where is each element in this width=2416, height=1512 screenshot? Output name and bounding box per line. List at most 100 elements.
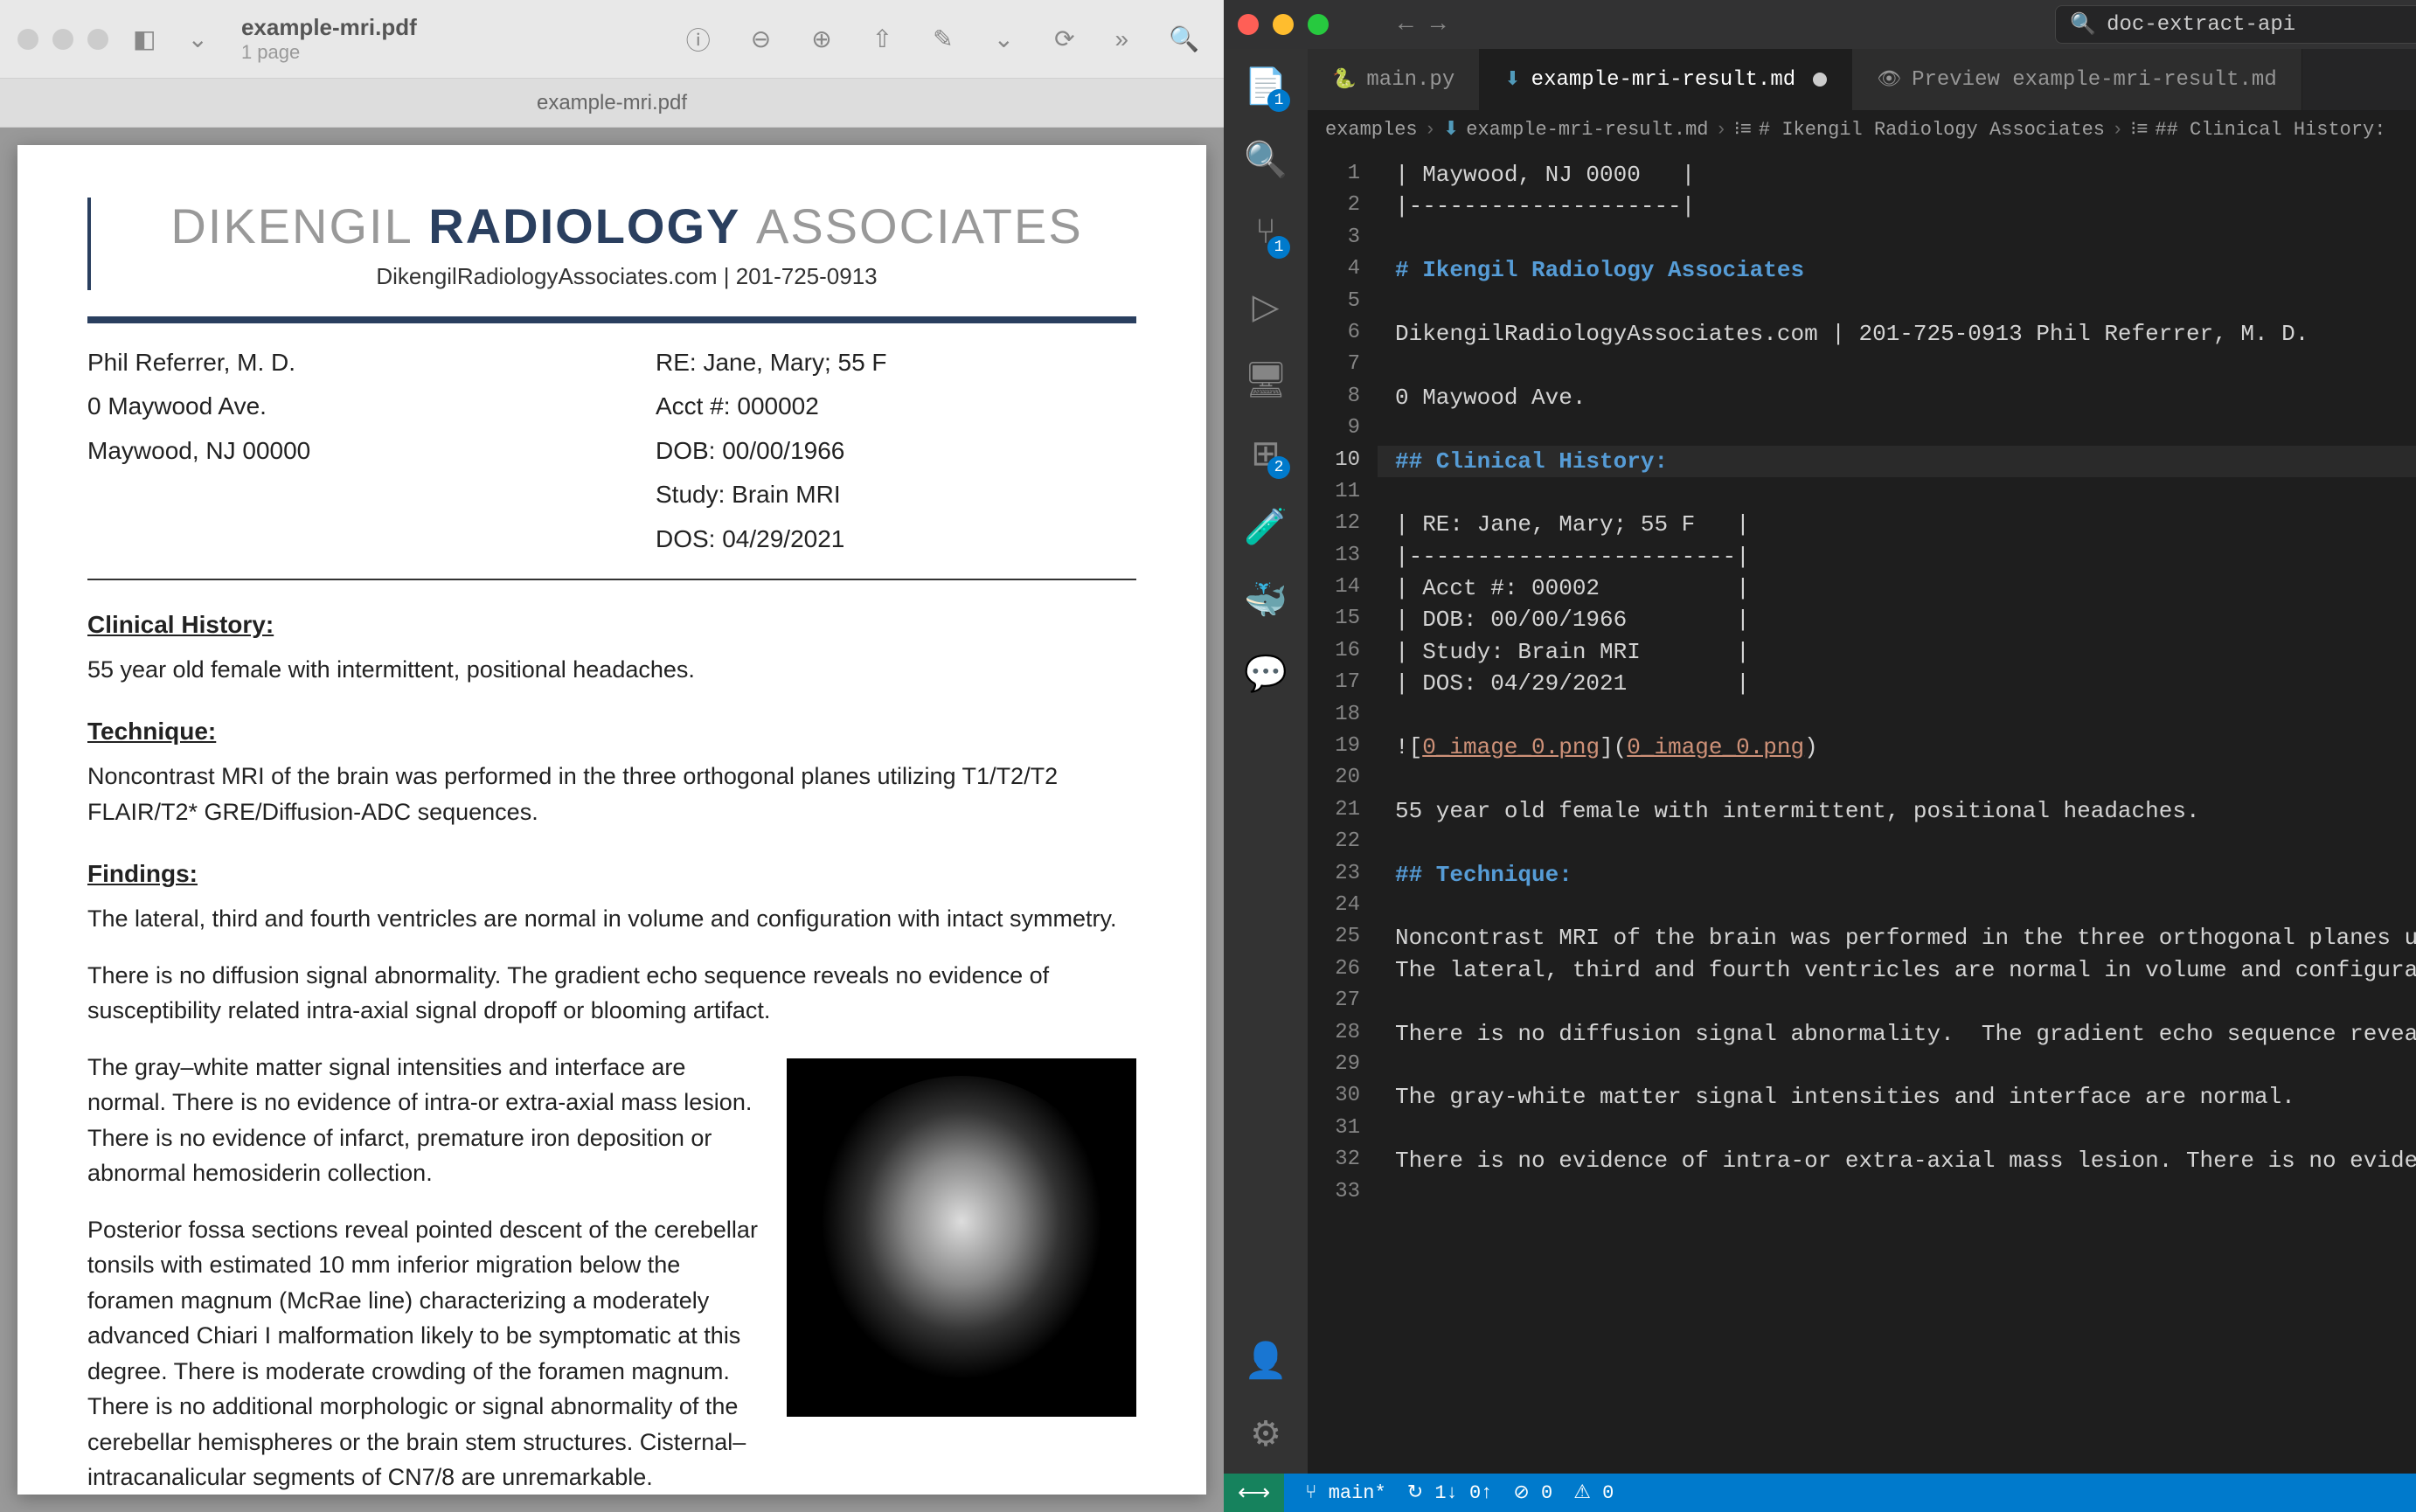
explorer-badge: 1 xyxy=(1267,89,1290,112)
chevron-right-icon: › xyxy=(2112,119,2123,141)
command-center[interactable]: 🔍 doc-extract-api xyxy=(2055,5,2416,44)
close-window[interactable] xyxy=(1238,14,1259,35)
code-line[interactable] xyxy=(1378,986,2416,1017)
pdf-viewport[interactable]: DIKENGIL RADIOLOGY ASSOCIATES DikengilRa… xyxy=(0,128,1224,1512)
code-line[interactable] xyxy=(1378,827,2416,858)
git-sync[interactable]: ↻ 1↓ 0↑ xyxy=(1407,1481,1493,1504)
view-menu-icon[interactable]: ⌄ xyxy=(180,17,214,60)
rotate-icon[interactable]: ⟳ xyxy=(1047,17,1081,60)
code-line[interactable]: | DOB: 00/00/1966 | xyxy=(1378,604,2416,635)
remote-explorer-icon[interactable]: 🖥 xyxy=(1245,360,1287,402)
explorer-icon[interactable]: 📄1 xyxy=(1245,66,1287,108)
sidebar-toggle-icon[interactable]: ◧ xyxy=(126,17,163,60)
line-number: 24 xyxy=(1308,891,1360,922)
code-line[interactable] xyxy=(1378,891,2416,922)
minimize-window[interactable] xyxy=(52,29,73,50)
tab-main-py[interactable]: 🐍 main.py xyxy=(1308,49,1480,110)
settings-gear-icon[interactable]: ⚙ xyxy=(1245,1414,1287,1456)
code-line[interactable]: ## Clinical History: xyxy=(1378,446,2416,477)
code-editor[interactable]: 1234567891011121314151617181920212223242… xyxy=(1308,149,2416,1474)
code-line[interactable]: | RE: Jane, Mary; 55 F | xyxy=(1378,509,2416,540)
code-line[interactable] xyxy=(1378,700,2416,732)
markdown-file-icon: ⬇ xyxy=(1504,68,1520,91)
code-line[interactable]: ![0_image_0.png](0_image_0.png) xyxy=(1378,732,2416,763)
symbol-icon: ⁝≡ xyxy=(1734,118,1752,141)
code-line[interactable]: The lateral, third and fourth ventricles… xyxy=(1378,954,2416,986)
minimize-window[interactable] xyxy=(1273,14,1294,35)
line-number: 30 xyxy=(1308,1081,1360,1113)
markup-icon[interactable]: ✎ xyxy=(926,17,960,60)
code-line[interactable]: Noncontrast MRI of the brain was perform… xyxy=(1378,922,2416,954)
code-line[interactable] xyxy=(1378,1050,2416,1081)
more-icon[interactable]: » xyxy=(1108,18,1136,60)
markup-menu-icon[interactable]: ⌄ xyxy=(987,17,1021,60)
pdf-titlebar: ◧ ⌄ example-mri.pdf 1 page ⓘ ⊖ ⊕ ⇧ ✎ ⌄ ⟳… xyxy=(0,0,1224,79)
line-number: 17 xyxy=(1308,668,1360,699)
run-debug-icon[interactable]: ▷ xyxy=(1245,287,1287,329)
code-line[interactable] xyxy=(1378,477,2416,509)
code-line[interactable]: DikengilRadiologyAssociates.com | 201-72… xyxy=(1378,318,2416,350)
code-line[interactable] xyxy=(1378,413,2416,445)
doc-body: Clinical History: 55 year old female wit… xyxy=(87,607,1136,1512)
code-line[interactable]: # Ikengil Radiology Associates xyxy=(1378,254,2416,286)
source-control-icon[interactable]: ⑂1 xyxy=(1245,213,1287,255)
git-branch[interactable]: ⑂ main* xyxy=(1305,1482,1385,1504)
tab-preview[interactable]: 👁 Preview example-mri-result.md xyxy=(1852,49,2302,110)
pdf-tab[interactable]: example-mri.pdf xyxy=(537,91,687,115)
code-line[interactable]: | Acct #: 00002 | xyxy=(1378,572,2416,604)
code-line[interactable]: 0 Maywood Ave. xyxy=(1378,382,2416,413)
breadcrumb-seg[interactable]: example-mri-result.md xyxy=(1466,119,1708,141)
close-window[interactable] xyxy=(17,29,38,50)
zoom-window[interactable] xyxy=(87,29,108,50)
breadcrumb-seg[interactable]: examples xyxy=(1325,119,1418,141)
docker-icon[interactable]: 🐳 xyxy=(1245,580,1287,622)
code-line[interactable]: | Study: Brain MRI | xyxy=(1378,636,2416,668)
share-icon[interactable]: ⇧ xyxy=(865,17,899,60)
code-line[interactable]: The gray-white matter signal intensities… xyxy=(1378,1081,2416,1113)
breadcrumb[interactable]: examples › ⬇ example-mri-result.md › ⁝≡ … xyxy=(1308,110,2416,149)
findings-p2: There is no diffusion signal abnormality… xyxy=(87,958,1136,1029)
line-number: 4 xyxy=(1308,254,1360,286)
code-line[interactable] xyxy=(1378,350,2416,381)
nav-forward-icon[interactable]: → xyxy=(1431,11,1446,38)
code-line[interactable] xyxy=(1378,1113,2416,1145)
zoom-window[interactable] xyxy=(1308,14,1329,35)
testing-icon[interactable]: 🧪 xyxy=(1245,507,1287,549)
code-line[interactable]: There is no evidence of intra-or extra-a… xyxy=(1378,1145,2416,1176)
code-line[interactable]: |--------------------| xyxy=(1378,191,2416,222)
findings-p1: The lateral, third and fourth ventricles… xyxy=(87,901,1136,937)
line-number: 16 xyxy=(1308,636,1360,668)
doc-contact: DikengilRadiologyAssociates.com | 201-72… xyxy=(117,263,1136,290)
search-activity-icon[interactable]: 🔍 xyxy=(1245,140,1287,182)
document-title-block: example-mri.pdf 1 page xyxy=(241,14,417,64)
info-icon[interactable]: ⓘ xyxy=(679,15,718,64)
code-line[interactable]: | Maywood, NJ 0000 | xyxy=(1378,159,2416,191)
nav-back-icon[interactable]: ← xyxy=(1399,11,1413,38)
code-line[interactable]: ## Technique: xyxy=(1378,859,2416,891)
tab-example-mri-result[interactable]: ⬇ example-mri-result.md xyxy=(1480,49,1852,110)
code-line[interactable] xyxy=(1378,287,2416,318)
remote-indicator[interactable]: ⟷ xyxy=(1224,1474,1284,1512)
problems-warnings[interactable]: ⚠ 0 xyxy=(1573,1481,1614,1504)
zoom-in-icon[interactable]: ⊕ xyxy=(804,17,838,60)
line-number: 32 xyxy=(1308,1145,1360,1176)
code-line[interactable]: 55 year old female with intermittent, po… xyxy=(1378,795,2416,827)
code-line[interactable] xyxy=(1378,1177,2416,1209)
extensions-icon[interactable]: ⊞2 xyxy=(1245,433,1287,475)
code-content[interactable]: | Maywood, NJ 0000 ||-------------------… xyxy=(1378,149,2416,1474)
breadcrumb-seg[interactable]: ## Clinical History: xyxy=(2155,119,2385,141)
search-icon[interactable]: 🔍 xyxy=(1162,17,1206,60)
code-line[interactable]: There is no diffusion signal abnormality… xyxy=(1378,1018,2416,1050)
zoom-out-icon[interactable]: ⊖ xyxy=(744,17,778,60)
problems-errors[interactable]: ⊘ 0 xyxy=(1513,1481,1552,1504)
breadcrumb-seg[interactable]: # Ikengil Radiology Associates xyxy=(1759,119,2105,141)
code-line[interactable]: | DOS: 04/29/2021 | xyxy=(1378,668,2416,699)
code-line[interactable] xyxy=(1378,223,2416,254)
code-line[interactable] xyxy=(1378,763,2416,794)
comments-icon[interactable]: 💬 xyxy=(1245,654,1287,696)
code-line[interactable]: |------------------------| xyxy=(1378,541,2416,572)
editor-tabs: 🐍 main.py ⬇ example-mri-result.md 👁 Prev… xyxy=(1308,49,2416,110)
accounts-icon[interactable]: 👤 xyxy=(1245,1341,1287,1383)
pdf-preview-app: ◧ ⌄ example-mri.pdf 1 page ⓘ ⊖ ⊕ ⇧ ✎ ⌄ ⟳… xyxy=(0,0,1224,1512)
line-number: 6 xyxy=(1308,318,1360,350)
